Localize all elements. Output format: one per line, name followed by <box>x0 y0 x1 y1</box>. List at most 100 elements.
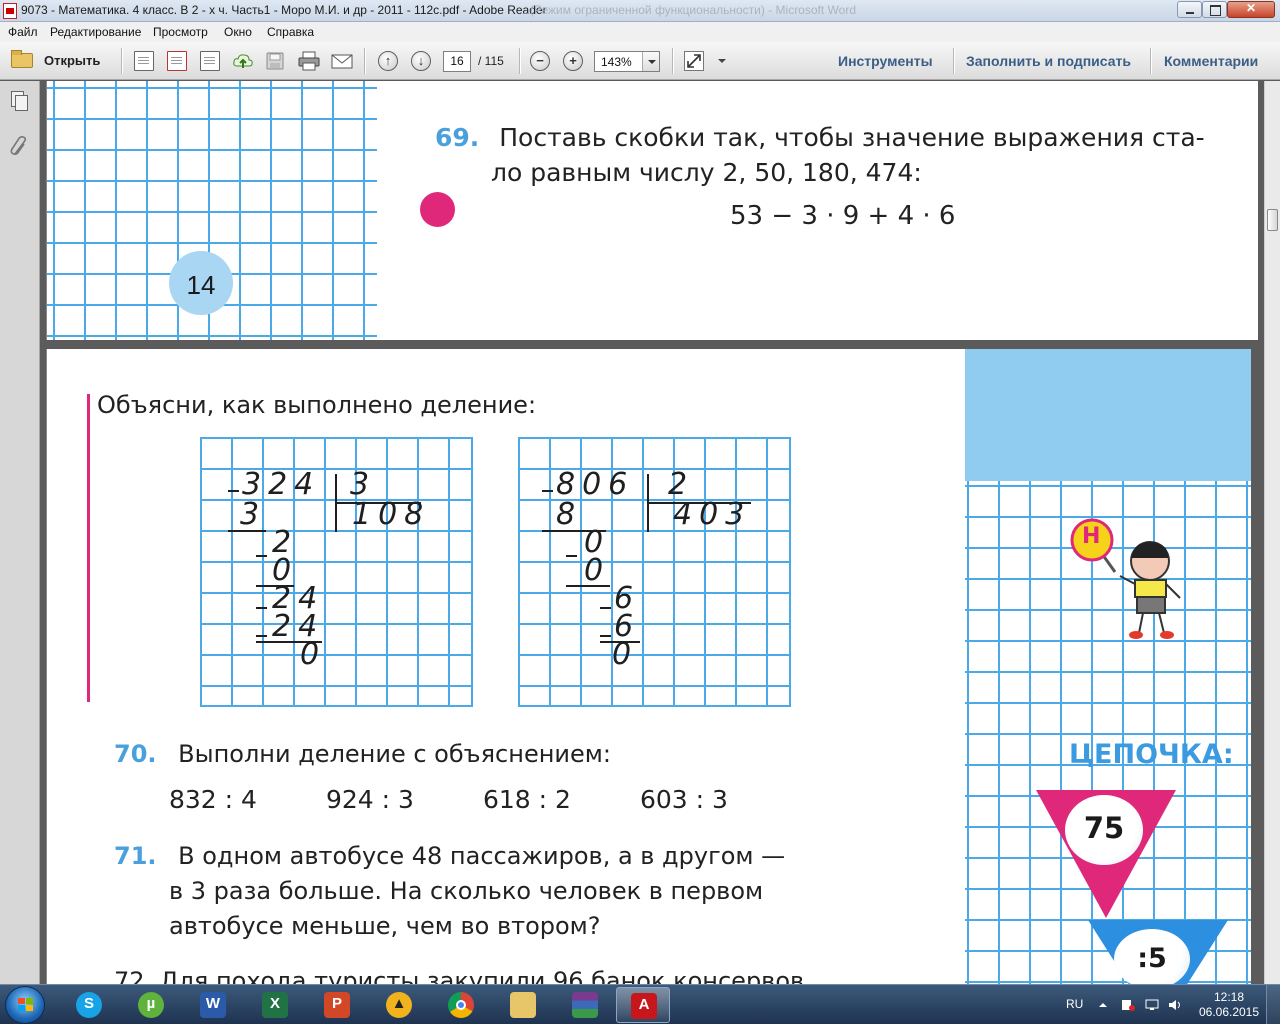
task-text-line: в 3 раза больше. На сколько человек в пе… <box>169 877 764 905</box>
upload-cloud-icon[interactable] <box>232 51 253 71</box>
page-thumbnails-icon[interactable] <box>11 91 28 111</box>
zoom-select[interactable]: 143% <box>594 51 660 72</box>
task-69: 69. Поставь скобки так, чтобы значение в… <box>435 123 1205 152</box>
utorrent-icon: µ <box>138 992 164 1018</box>
chain-op-bubble: :5 <box>1114 929 1190 989</box>
mascot-letter: Н <box>1082 524 1101 549</box>
taskbar-chrome[interactable] <box>434 987 488 1023</box>
previous-page-icon[interactable]: ↑ <box>378 51 398 71</box>
taskbar-powerpoint[interactable]: P <box>310 987 364 1023</box>
volume-icon[interactable] <box>1168 998 1182 1010</box>
step-underline <box>566 585 610 587</box>
show-desktop-button[interactable] <box>1266 985 1280 1024</box>
action-center-icon[interactable] <box>1121 998 1135 1011</box>
email-icon[interactable] <box>331 51 353 71</box>
next-page-icon[interactable]: ↓ <box>411 51 431 71</box>
minimize-button[interactable] <box>1177 1 1202 18</box>
chevron-down-icon[interactable] <box>642 52 659 71</box>
fill-and-sign-button[interactable]: Заполнить и подписать <box>966 53 1131 69</box>
close-button[interactable] <box>1227 1 1275 18</box>
powerpoint-icon: P <box>324 992 350 1018</box>
example: 924 : 3 <box>326 785 414 814</box>
taskbar-utorrent[interactable]: µ <box>124 987 178 1023</box>
folder-icon <box>510 992 536 1018</box>
toolbar-options-icon[interactable] <box>716 51 730 71</box>
pink-marker-dot <box>420 192 455 227</box>
edit-pdf-icon[interactable] <box>200 51 220 71</box>
task-text-line: ло равным числу 2, 50, 180, 474: <box>491 158 922 187</box>
chain-start-bubble: 75 <box>1065 795 1143 865</box>
title-bar: 9073 - Математика. 4 класс. В 2 - х ч. Ч… <box>0 0 1280 22</box>
menu-view[interactable]: Просмотр <box>153 25 208 39</box>
taskbar: S µ W X P ▲ A RU 12:18 06.06.2015 <box>0 984 1280 1024</box>
menu-file[interactable]: Файл <box>8 25 38 39</box>
clock-date: 06.06.2015 <box>1198 1005 1260 1019</box>
chain-title: ЦЕПОЧКА: <box>1069 739 1234 770</box>
winrar-icon <box>572 992 598 1018</box>
comments-button[interactable]: Комментарии <box>1164 53 1258 69</box>
chain-start-value: 75 <box>1083 811 1125 845</box>
convert-pdf-icon[interactable] <box>167 51 187 71</box>
print-icon[interactable] <box>298 51 320 71</box>
windows-logo-icon <box>18 998 33 1012</box>
excel-icon: X <box>262 992 288 1018</box>
navigation-pane <box>0 81 40 984</box>
scrollbar-thumb[interactable] <box>1267 209 1278 231</box>
folder-icon <box>11 50 33 68</box>
save-icon[interactable] <box>265 51 285 71</box>
mascot-illustration: Н <box>1068 514 1198 646</box>
task-71: 71. В одном автобусе 48 пассажиров, а в … <box>114 842 785 870</box>
system-clock[interactable]: 12:18 06.06.2015 <box>1196 990 1262 1020</box>
open-label: Открыть <box>44 53 101 68</box>
minus-sign <box>228 490 239 492</box>
tray-expand-icon[interactable] <box>1097 998 1111 1010</box>
menu-edit[interactable]: Редактирование <box>50 25 141 39</box>
task-number: 69. <box>435 123 480 152</box>
taskbar-winrar[interactable] <box>558 987 612 1023</box>
minus-sign <box>600 607 611 609</box>
example: 832 : 4 <box>169 785 257 814</box>
toolbar: Открыть ↑ ↓ 16 / 115 − + 143% Инструмент… <box>0 42 1280 80</box>
menu-bar: Файл Редактирование Просмотр Окно Справк… <box>0 22 1280 42</box>
attachments-icon[interactable] <box>9 134 29 158</box>
taskbar-explorer[interactable] <box>496 987 550 1023</box>
taskbar-word[interactable]: W <box>186 987 240 1023</box>
task-text-line: автобусе меньше, чем во втором? <box>169 912 601 940</box>
quotient: 403 <box>673 497 752 532</box>
toolbar-separator <box>953 48 954 74</box>
toolbar-separator <box>364 48 365 74</box>
blue-header-block <box>965 349 1251 481</box>
network-icon[interactable] <box>1145 998 1159 1010</box>
taskbar-adobe-reader[interactable]: A <box>616 987 670 1023</box>
fit-page-icon[interactable] <box>684 51 704 71</box>
example: 603 : 3 <box>640 785 728 814</box>
task-expression: 53 − 3 · 9 + 4 · 6 <box>730 201 956 231</box>
daemon-tools-icon: ▲ <box>386 992 412 1018</box>
page-number-badge: 14 <box>169 251 233 315</box>
division-remainder: 0 <box>612 637 639 672</box>
maximize-button[interactable] <box>1202 1 1227 18</box>
division-remainder: 0 <box>300 637 327 672</box>
vertical-scrollbar[interactable] <box>1264 81 1280 984</box>
taskbar-skype[interactable]: S <box>62 987 116 1023</box>
menu-window[interactable]: Окно <box>224 25 252 39</box>
minus-sign <box>600 635 611 637</box>
toolbar-separator <box>121 48 122 74</box>
page-number-input[interactable]: 16 <box>443 51 471 72</box>
start-button[interactable] <box>5 986 45 1024</box>
chrome-icon <box>448 992 474 1018</box>
task-text-line: Выполни деление с объяснением: <box>178 740 611 768</box>
zoom-in-icon[interactable]: + <box>563 51 583 71</box>
background-window-title: ...(Режим ограниченной функциональности)… <box>520 3 856 17</box>
explain-heading: Объясни, как выполнено деление: <box>97 391 537 419</box>
division-step: 3 <box>240 497 267 532</box>
language-indicator[interactable]: RU <box>1066 997 1083 1011</box>
zoom-out-icon[interactable]: − <box>530 51 550 71</box>
menu-help[interactable]: Справка <box>267 25 314 39</box>
create-pdf-icon[interactable] <box>134 51 154 71</box>
task-text-line: Поставь скобки так, чтобы значение выраж… <box>499 123 1205 152</box>
taskbar-daemon-tools[interactable]: ▲ <box>372 987 426 1023</box>
taskbar-excel[interactable]: X <box>248 987 302 1023</box>
tools-button[interactable]: Инструменты <box>838 53 933 69</box>
zoom-value: 143% <box>601 55 632 69</box>
